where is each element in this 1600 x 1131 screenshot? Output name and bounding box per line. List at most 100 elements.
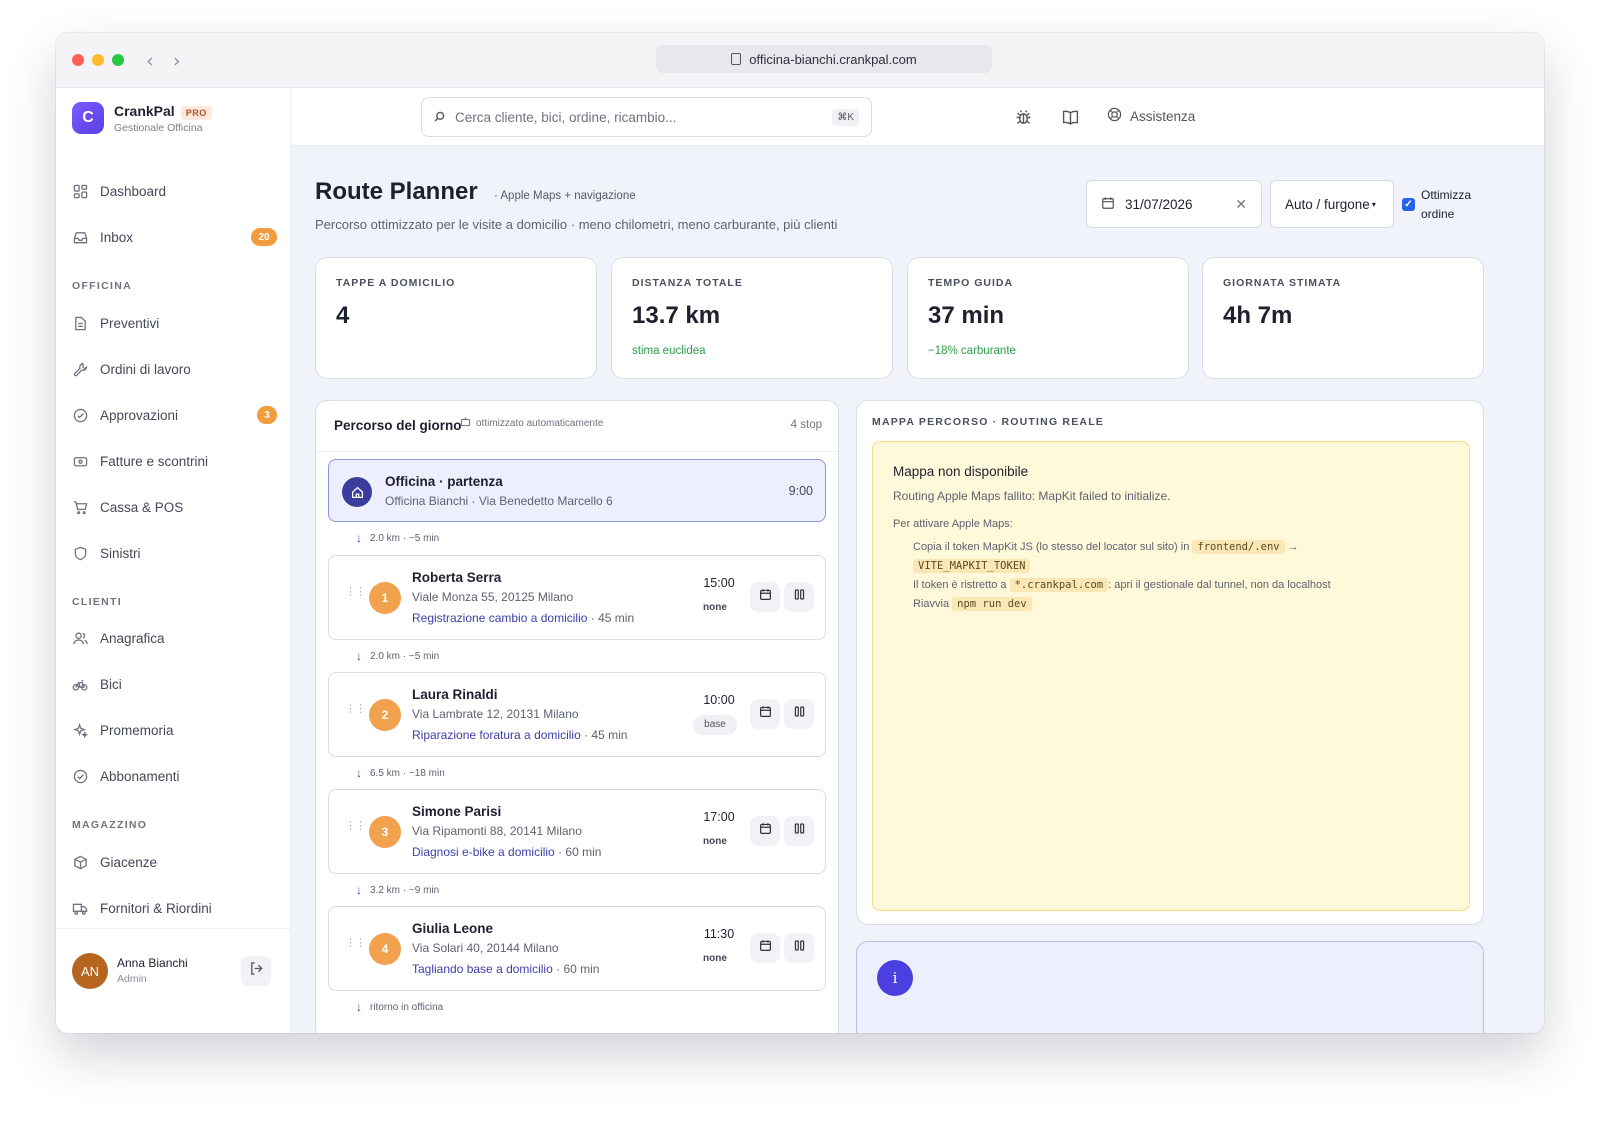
info-card: i [856, 941, 1484, 1033]
optimize-label-line2: ordine [1421, 207, 1455, 221]
stop-number: 4 [369, 933, 401, 965]
wrench-icon [72, 361, 88, 377]
help-text: Riavvia [913, 598, 950, 610]
schedule-button[interactable] [750, 933, 780, 963]
arrow-down-icon: ↓ [356, 766, 362, 780]
stop-job-link[interactable]: Registrazione cambio a domicilio [412, 611, 587, 625]
topbar: Cerca cliente, bici, ordine, ricambio...… [291, 88, 1544, 146]
logout-button[interactable] [241, 956, 271, 986]
avatar[interactable]: AN [72, 953, 108, 989]
stop-job-link[interactable]: Diagnosi e-bike a domicilio [412, 845, 555, 859]
stat-note: stima euclidea [632, 345, 706, 357]
sidebar-item-approvazioni[interactable]: Approvazioni 3 [72, 398, 277, 432]
stop-job: Registrazione cambio a domicilio · 45 mi… [412, 611, 634, 625]
map-label: MAPPA PERCORSO · ROUTING REALE [872, 416, 1105, 428]
book-icon[interactable] [1060, 107, 1080, 127]
sidebar-item-cassa[interactable]: Cassa & POS [72, 490, 277, 524]
help-text: : apri il gestionale dal tunnel, non da … [1108, 579, 1331, 591]
info-icon: i [877, 960, 913, 996]
route-card: Percorso del giorno ottimizzato automati… [315, 400, 839, 1033]
sidebar-item-inbox[interactable]: Dashboard Inbox 20 [72, 220, 277, 254]
page-tag: · Apple Maps + navigazione [494, 190, 636, 202]
drag-handle-icon[interactable]: ⋮⋮ [345, 704, 366, 715]
brand-subtitle: Gestionale Officina [114, 121, 203, 134]
sidebar-item-label: Preventivi [100, 315, 160, 331]
stop-job-link[interactable]: Tagliando base a domicilio [412, 962, 553, 976]
minimize-window-button[interactable] [92, 54, 104, 66]
route-stop[interactable]: ⋮⋮ 2 Laura Rinaldi Via Lambrate 12, 2013… [328, 672, 826, 757]
box-icon [72, 854, 88, 870]
sidebar-item-sinistri[interactable]: Sinistri [72, 536, 277, 570]
sidebar-item-fornitori[interactable]: Fornitori & Riordini [72, 891, 277, 925]
sidebar-item-ordini[interactable]: Ordini di lavoro [72, 352, 277, 386]
stop-job: Riparazione foratura a domicilio · 45 mi… [412, 728, 627, 742]
optimize-label-line1: Ottimizza [1421, 188, 1472, 202]
sidebar-item-abbonamenti[interactable]: Abbonamenti [72, 759, 277, 793]
stop-number: 3 [369, 816, 401, 848]
arrow-down-icon: ↓ [356, 883, 362, 897]
drag-handle-icon[interactable]: ⋮⋮ [345, 938, 366, 949]
bug-icon[interactable] [1013, 107, 1033, 127]
route-stop[interactable]: ⋮⋮ 1 Roberta Serra Viale Monza 55, 20125… [328, 555, 826, 640]
search-input[interactable]: Cerca cliente, bici, ordine, ricambio...… [421, 97, 872, 137]
route-stop[interactable]: ⋮⋮ 4 Giulia Leone Via Solari 40, 20144 M… [328, 906, 826, 991]
sidebar-item-bici[interactable]: Bici [72, 667, 277, 701]
schedule-button[interactable] [750, 699, 780, 729]
sidebar-item-anagrafica[interactable]: Anagrafica [72, 621, 277, 655]
stat-card-stops: TAPPE A DOMICILIO 4 [315, 257, 597, 379]
forward-arrow-icon[interactable]: › [173, 50, 181, 72]
schedule-button[interactable] [750, 582, 780, 612]
stat-label: TEMPO GUIDA [928, 277, 1014, 289]
route-auto-label: ottimizzato automaticamente [476, 417, 604, 429]
route-start[interactable]: Officina · partenza Officina Bianchi · V… [328, 459, 826, 522]
stat-label: GIORNATA STIMATA [1223, 277, 1342, 289]
date-picker[interactable]: 31/07/2026 ✕ [1086, 180, 1262, 228]
check-circle-icon [72, 768, 88, 784]
optimize-checkbox[interactable]: ✓ [1402, 198, 1415, 211]
sidebar-item-promemoria[interactable]: Promemoria [72, 713, 277, 747]
route-leg: ↓ 3.2 km · ~9 min [356, 883, 439, 897]
navigate-button[interactable] [784, 816, 814, 846]
sidebar-item-preventivi[interactable]: Preventivi [72, 306, 277, 340]
page-subtitle: Percorso ottimizzato per le visite a dom… [315, 217, 838, 232]
map-error-message: Routing Apple Maps fallito: MapKit faile… [893, 489, 1171, 503]
clear-date-icon[interactable]: ✕ [1235, 196, 1247, 213]
stop-duration: · 45 min [584, 728, 628, 742]
inbox-icon [72, 229, 88, 245]
help-label: Assistenza [1130, 108, 1196, 124]
brand[interactable]: C CrankPal PRO Gestionale Officina [72, 102, 212, 134]
close-window-button[interactable] [72, 54, 84, 66]
sidebar-item-giacenze[interactable]: Giacenze [72, 845, 277, 879]
sidebar: C CrankPal PRO Gestionale Officina Dashbo… [56, 88, 291, 1033]
start-address: Officina Bianchi · Via Benedetto Marcell… [385, 494, 613, 508]
stop-flex: none [703, 836, 727, 847]
navigate-button[interactable] [784, 582, 814, 612]
route-stop[interactable]: ⋮⋮ 3 Simone Parisi Via Ripamonti 88, 201… [328, 789, 826, 874]
main-content: Route Planner · Apple Maps + navigazione… [291, 146, 1544, 1033]
map-error-title: Mappa non disponibile [893, 464, 1029, 479]
back-arrow-icon[interactable]: ‹ [146, 50, 154, 72]
map-card: MAPPA PERCORSO · ROUTING REALE Mappa non… [856, 400, 1484, 925]
drag-handle-icon[interactable]: ⋮⋮ [345, 821, 366, 832]
grid-icon [72, 183, 88, 199]
stop-job-link[interactable]: Riparazione foratura a domicilio [412, 728, 581, 742]
optimize-label[interactable]: Ottimizza ordine [1421, 186, 1471, 224]
navigate-button[interactable] [784, 699, 814, 729]
leg-text: 6.5 km · ~18 min [370, 767, 445, 779]
stop-customer: Laura Rinaldi [412, 687, 498, 702]
cart-icon [72, 499, 88, 515]
maximize-window-button[interactable] [112, 54, 124, 66]
sidebar-item-dashboard[interactable]: Dashboard [72, 174, 277, 208]
help-button[interactable]: Assistenza [1107, 107, 1195, 125]
navigate-button[interactable] [784, 933, 814, 963]
vehicle-select[interactable]: Auto / furgone ▾ [1270, 180, 1394, 228]
drag-handle-icon[interactable]: ⋮⋮ [345, 587, 366, 598]
sidebar-item-fatture[interactable]: Fatture e scontrini [72, 444, 277, 478]
users-icon [72, 630, 88, 646]
map-help-step: VITE_MAPKIT_TOKEN [913, 559, 1031, 573]
user-role: Admin [117, 973, 147, 985]
address-bar[interactable]: officina-bianchi.crankpal.com [656, 45, 992, 73]
map-help-title: Per attivare Apple Maps: [893, 518, 1013, 530]
stop-customer: Roberta Serra [412, 570, 502, 585]
schedule-button[interactable] [750, 816, 780, 846]
